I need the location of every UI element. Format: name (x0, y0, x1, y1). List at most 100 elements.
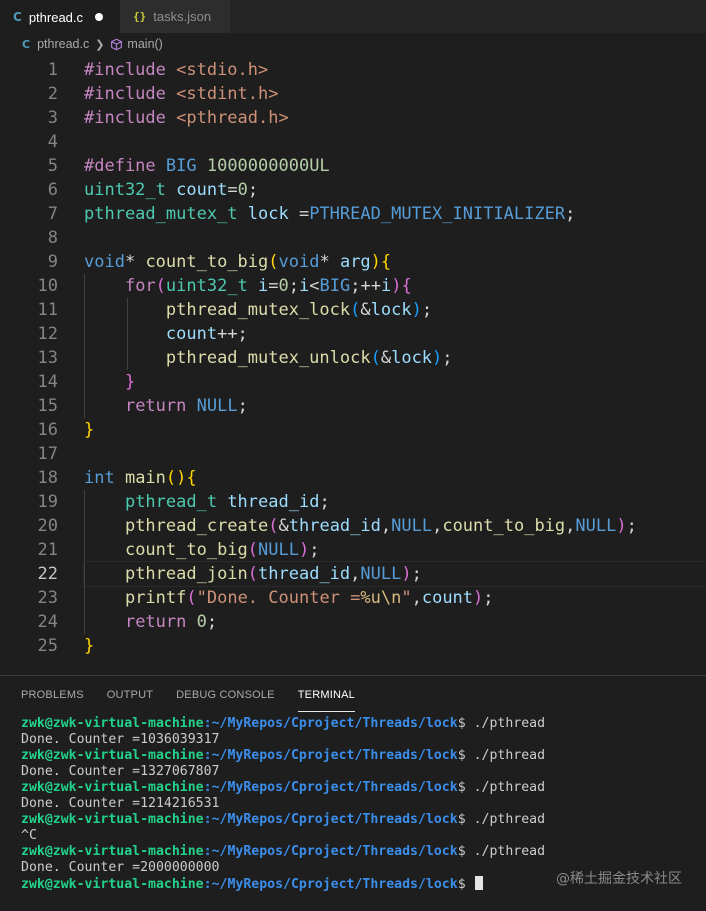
code-line[interactable]: 1 #include <stdio.h> (0, 58, 706, 82)
terminal-output-line: Done. Counter =1327067807 (21, 764, 701, 780)
code-editor[interactable]: 1 #include <stdio.h> 2 #include <stdint.h> 3… (0, 56, 706, 674)
code-line[interactable]: 21 count_to_big(NULL); (0, 538, 706, 562)
code-text[interactable]: for(uint32_t i=0;i<BIG;++i){ (84, 274, 706, 298)
code-text[interactable]: pthread_mutex_t lock =PTHREAD_MUTEX_INIT… (84, 202, 706, 226)
json-file-icon: {} (133, 10, 147, 23)
code-text[interactable]: pthread_mutex_unlock(&lock); (84, 346, 706, 370)
code-token: ; (442, 348, 453, 368)
code-text[interactable]: #define BIG 1000000000UL (84, 154, 706, 178)
indent-guide (127, 346, 129, 370)
terminal-prompt-line: zwk@zwk-virtual-machine:~/MyRepos/Cproje… (21, 812, 701, 828)
terminal-output[interactable]: zwk@zwk-virtual-machine:~/MyRepos/Cproje… (21, 716, 701, 892)
code-text[interactable] (84, 226, 706, 250)
tab-tasks-json[interactable]: {} tasks.json (120, 0, 230, 33)
code-line[interactable]: 13 pthread_mutex_unlock(&lock); (0, 346, 706, 370)
tab-debug-console[interactable]: DEBUG CONSOLE (176, 676, 275, 712)
prompt-user: zwk@zwk-virtual-machine (21, 748, 204, 763)
code-line[interactable]: 23 printf("Done. Counter =%u\n",count); (0, 586, 706, 610)
code-text[interactable]: #include <stdint.h> (84, 82, 706, 106)
code-token: BIG (319, 276, 351, 296)
code-token: , (380, 516, 392, 536)
tab-output[interactable]: OUTPUT (107, 676, 153, 712)
indent-guide (84, 490, 85, 514)
prompt-user: zwk@zwk-virtual-machine (21, 780, 204, 795)
code-line[interactable]: 8 (0, 226, 706, 250)
code-text[interactable]: #include <stdio.h> (84, 58, 706, 82)
line-number: 23 (37, 588, 58, 608)
code-token: ) (473, 588, 484, 608)
code-text[interactable]: } (84, 634, 706, 658)
code-token: ; (565, 204, 576, 224)
breadcrumb-symbol[interactable]: main() (127, 37, 162, 51)
code-text[interactable]: pthread_mutex_lock(&lock); (84, 298, 706, 322)
code-token: ++; (217, 324, 248, 344)
code-line[interactable]: 17 (0, 442, 706, 466)
code-text[interactable]: } (84, 418, 706, 442)
tab-pthread-c[interactable]: C pthread.c (0, 0, 120, 33)
code-line[interactable]: 6 uint32_t count=0; (0, 178, 706, 202)
prompt-user: zwk@zwk-virtual-machine (21, 716, 204, 731)
code-text[interactable]: uint32_t count=0; (84, 178, 706, 202)
indent-guide (84, 562, 85, 586)
code-line[interactable]: 3 #include <pthread.h> (0, 106, 706, 130)
code-text[interactable]: int main(){ (84, 466, 706, 490)
panel-tab-bar: PROBLEMS OUTPUT DEBUG CONSOLE TERMINAL (0, 676, 706, 712)
tab-terminal[interactable]: TERMINAL (297, 676, 355, 712)
code-line[interactable]: 10 for(uint32_t i=0;i<BIG;++i){ (0, 274, 706, 298)
terminal-prompt-line: zwk@zwk-virtual-machine:~/MyRepos/Cproje… (21, 844, 701, 860)
tab-problems[interactable]: PROBLEMS (21, 676, 84, 712)
code-text[interactable]: printf("Done. Counter =%u\n",count); (84, 586, 706, 610)
tab-label: tasks.json (153, 9, 212, 24)
code-token: arg (339, 252, 371, 272)
code-token: ; (421, 300, 433, 320)
code-line[interactable]: 7 pthread_mutex_t lock =PTHREAD_MUTEX_INI… (0, 202, 706, 226)
line-number: 11 (37, 300, 58, 320)
code-token: } (84, 420, 95, 440)
code-text[interactable]: pthread_t thread_id; (84, 490, 706, 514)
code-line[interactable]: 12 count++; (0, 322, 706, 346)
code-text[interactable]: pthread_join(thread_id,NULL); (83, 561, 706, 587)
unsaved-dot-icon[interactable] (95, 13, 104, 21)
code-token: ; (411, 564, 422, 584)
code-line[interactable]: 4 (0, 130, 706, 154)
line-number: 14 (37, 372, 58, 392)
code-line[interactable]: 14 } (0, 370, 706, 394)
code-line[interactable]: 9 void* count_to_big(void* arg){ (0, 250, 706, 274)
prompt-path: :~/MyRepos/Cproject/Threads/lock (203, 748, 458, 763)
code-text[interactable]: } (84, 370, 706, 394)
code-line[interactable]: 15 return NULL; (0, 394, 706, 418)
code-token: <stdint.h> (176, 84, 279, 104)
code-token: count (165, 324, 218, 344)
code-text[interactable]: return 0; (84, 610, 706, 634)
code-token: <pthread.h> (176, 108, 289, 128)
code-line[interactable]: 22 pthread_join(thread_id,NULL); (0, 561, 706, 587)
code-text[interactable]: void* count_to_big(void* arg){ (84, 250, 706, 274)
line-number: 18 (37, 468, 58, 488)
code-line[interactable]: 11 pthread_mutex_lock(&lock); (0, 298, 706, 322)
breadcrumb-file[interactable]: pthread.c (37, 37, 89, 51)
code-token: ( (268, 516, 279, 536)
code-line[interactable]: 5 #define BIG 1000000000UL (0, 154, 706, 178)
code-token: %u\n (360, 588, 402, 608)
code-token: count_to_big (124, 540, 248, 560)
line-number: 10 (37, 276, 58, 296)
code-text[interactable] (84, 442, 706, 466)
code-line[interactable]: 25} (0, 634, 706, 658)
code-line[interactable]: 2 #include <stdint.h> (0, 82, 706, 106)
code-text[interactable]: return NULL; (84, 394, 706, 418)
code-line[interactable]: 20 pthread_create(&thread_id,NULL,count_… (0, 514, 706, 538)
code-text[interactable]: count_to_big(NULL); (84, 538, 706, 562)
chevron-right-icon: ❯ (95, 38, 105, 51)
code-line[interactable]: 18 int main(){ (0, 466, 706, 490)
code-line[interactable]: 16} (0, 418, 706, 442)
code-text[interactable]: count++; (84, 322, 706, 346)
code-token: ( (247, 564, 259, 584)
code-text[interactable] (84, 130, 706, 154)
code-line[interactable]: 19 pthread_t thread_id; (0, 490, 706, 514)
code-line[interactable]: 24 return 0; (0, 610, 706, 634)
code-text[interactable]: #include <pthread.h> (84, 106, 706, 130)
code-token: ; (247, 180, 259, 200)
code-text[interactable]: pthread_create(&thread_id,NULL,count_to_… (84, 514, 706, 538)
